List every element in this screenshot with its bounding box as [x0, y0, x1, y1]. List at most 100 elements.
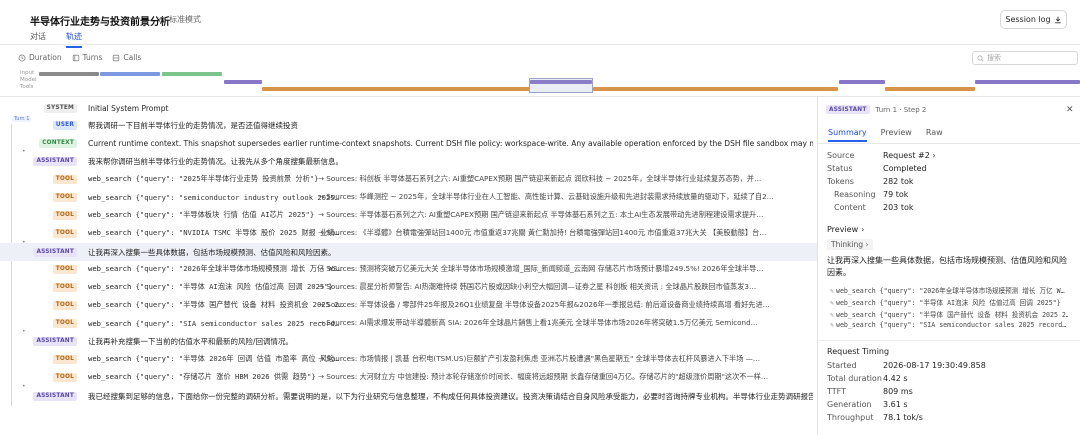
- chevron-right-icon: ›: [932, 151, 936, 160]
- tool-call-row[interactable]: TOOL web_search {"query": "SIA semiconduc…: [0, 314, 817, 332]
- message-text: 让我再深入搜集一些具体数据，包括市场规模预测、估值风险和风险因素。: [88, 247, 336, 257]
- request-timing-heading: Request Timing: [827, 347, 889, 356]
- divider: [0, 44, 1080, 45]
- summary-source: Source Request #2 ›: [827, 151, 936, 160]
- timeline-model-4[interactable]: [975, 80, 1080, 84]
- summary-key: Reasoning: [834, 190, 876, 199]
- timeline-input-context[interactable]: [162, 72, 222, 76]
- assistant-message-row[interactable]: ASSISTANT 让我再补充搜集一下当前的估值水平和最新的风险/回调情况。 •: [0, 328, 817, 350]
- timeline-input-system[interactable]: [39, 72, 99, 76]
- tool-call-row[interactable]: TOOL web_search {"query": "NVIDIA TSMC 半导…: [0, 224, 817, 242]
- tool-call-text: web_search {"query": "半导体 AI泡沫 风险 估值过高 回…: [835, 299, 1061, 307]
- role-badge-wrap: TOOL: [0, 314, 80, 332]
- summary-value: Completed: [883, 164, 927, 173]
- close-icon[interactable]: ✕: [1066, 105, 1074, 115]
- timing-key: Generation: [827, 400, 872, 409]
- step-dot-icon: •: [22, 239, 26, 246]
- role-badge-wrap: USER: [0, 116, 80, 134]
- timeline-tools-3[interactable]: [885, 87, 975, 91]
- timing-value: 4.42 s: [883, 374, 908, 383]
- role-badge-wrap: TOOL: [0, 188, 80, 206]
- tool-result: → Sources: 大河财立方 中信建投: 预计本轮存储涨价时间长、幅度将远超…: [318, 372, 769, 381]
- role-badge-wrap: ASSISTANT: [0, 152, 80, 170]
- search-input[interactable]: 搜索: [972, 51, 1078, 65]
- mode-label: 标准模式: [169, 15, 201, 24]
- role-badge-wrap: TOOL: [0, 170, 80, 188]
- system-message-row[interactable]: SYSTEM Initial System Prompt: [0, 99, 817, 117]
- tool-result: → Sources: 半导体基石系列之六: AI重塑CAPEX预期 国产链迎来新…: [318, 210, 764, 219]
- timing-generation: Generation 3.61 s: [827, 400, 908, 409]
- tool-call-row[interactable]: TOOL web_search {"query": "半导体 国产替代 设备 材料…: [0, 296, 817, 314]
- context-message-row[interactable]: CONTEXT Current runtime context. This sna…: [0, 134, 817, 152]
- tool-args: {"query": "NVIDIA TSMC 半导体 股价 2025 财报 业绩…: [135, 228, 339, 237]
- search-placeholder: 搜索: [987, 54, 1001, 62]
- timing-key: Started: [827, 361, 857, 370]
- role-badge: TOOL: [52, 264, 77, 274]
- summary-value: Request #2: [883, 151, 930, 160]
- tool-name: web_search: [88, 264, 132, 273]
- duration-label: Duration: [29, 53, 62, 62]
- tool-call-row[interactable]: TOOL web_search {"query": "半导体 2026年 回调 估…: [0, 350, 817, 368]
- assistant-message-row[interactable]: ASSISTANT 我来帮你调研当前半导体行业的走势情况。让我先从多个角度搜集最新…: [0, 148, 817, 170]
- tool-call-row[interactable]: TOOL web_search {"query": "2026年全球半导体市场规模…: [0, 260, 817, 278]
- divider: [818, 143, 1080, 144]
- timing-started: Started 2026-08-17 19:30:49.858: [827, 361, 986, 370]
- tool-result: → Sources: 晨星分析师警告: AI热潮难持续 韩国芯片股或因缺小利空大…: [318, 282, 757, 291]
- tab-raw[interactable]: Raw: [926, 128, 943, 142]
- role-badge: TOOL: [52, 372, 77, 382]
- session-log-button[interactable]: Session log: [1000, 10, 1067, 29]
- assistant-message-row[interactable]: ASSISTANT 让我再深入搜集一些具体数据，包括市场规模预测、估值风险和风险因…: [0, 239, 817, 261]
- refresh-icon: [158, 16, 166, 23]
- wrench-icon: ✎: [830, 287, 834, 295]
- tab-trace[interactable]: 轨迹: [66, 31, 82, 48]
- tool-result: → Sources: 科创板 半导体基石系列之六: AI重塑CAPEX预期 国产…: [318, 174, 762, 183]
- duration-toggle[interactable]: Duration: [18, 53, 62, 62]
- tool-call-item[interactable]: ✎ web_search {"query": "半导体 国产替代 设备 材料 投资…: [830, 309, 1068, 319]
- tool-result: → Sources: 市场情报 | 凯基 台积电(TSM.US)巨额扩产引发盈利…: [318, 354, 761, 363]
- role-badge-wrap: ASSISTANT: [0, 332, 80, 350]
- timeline-input-user[interactable]: [100, 72, 160, 76]
- timeline-model-3[interactable]: [839, 80, 885, 84]
- role-badge: ASSISTANT: [33, 247, 77, 257]
- lane-label-input: Input: [20, 70, 35, 76]
- role-badge: TOOL: [52, 210, 77, 220]
- tool-name: web_search: [88, 372, 132, 381]
- assistant-message-row[interactable]: ASSISTANT 我已经搜集到足够的信息，下面给你一份完整的调研分析。需要说明的…: [0, 383, 817, 405]
- timing-key: Throughput: [827, 413, 874, 422]
- role-badge-wrap: ASSISTANT: [0, 243, 80, 261]
- tool-call-item[interactable]: ✎ web_search {"query": "SIA semiconductor…: [830, 321, 1068, 329]
- tool-call-row[interactable]: TOOL web_search {"query": "半导体 AI泡沫 风险 估值…: [0, 278, 817, 296]
- tool-call-row[interactable]: TOOL web_search {"query": "半导体板块 行情 估值 AI…: [0, 206, 817, 224]
- message-text: Current runtime context. This snapshot s…: [88, 138, 813, 148]
- timeline-tools-2[interactable]: [593, 87, 838, 91]
- user-message-row[interactable]: USER 帮我调研一下目前半导体行业的走势情况，是否还值得继续投资: [0, 116, 817, 134]
- tool-call-row[interactable]: TOOL web_search {"query": "semiconductor …: [0, 188, 817, 206]
- thinking-label: Thinking: [831, 240, 864, 249]
- tool-call-row[interactable]: TOOL web_search {"query": "存储芯片 涨价 HBM 20…: [0, 368, 817, 386]
- message-text: 我已经搜集到足够的信息，下面给你一份完整的调研分析。需要说明的是，以下为行业研究…: [88, 391, 813, 401]
- summary-key: Source: [827, 151, 855, 160]
- tab-preview[interactable]: Preview: [881, 128, 912, 142]
- role-badge: USER: [52, 120, 77, 130]
- thinking-toggle[interactable]: Thinking ›: [827, 239, 873, 250]
- source-link[interactable]: Request #2 ›: [883, 151, 936, 160]
- timeline-selection[interactable]: [529, 78, 593, 93]
- tool-args: {"query": "半导体 2026年 回调 估值 市盈率 高位 风险…: [135, 354, 339, 363]
- tab-chat[interactable]: 对话: [30, 31, 46, 48]
- tool-call-item[interactable]: ✎ web_search {"query": "2026年全球半导体市场规模预测 …: [830, 285, 1068, 295]
- turns-icon: [72, 54, 79, 61]
- role-badge-wrap: TOOL: [0, 206, 80, 224]
- calls-label: Calls: [123, 53, 142, 62]
- mode-toggle[interactable]: 标准模式: [158, 14, 201, 25]
- tool-call-row[interactable]: TOOL web_search {"query": "2025年半导体行业走势 投…: [0, 170, 817, 188]
- download-icon: [1054, 16, 1061, 23]
- timeline-model-1[interactable]: [224, 80, 262, 84]
- tool-call-item[interactable]: ✎ web_search {"query": "半导体 AI泡沫 风险 估值过高 …: [830, 297, 1068, 307]
- calls-toggle[interactable]: Calls: [112, 53, 141, 62]
- preview-section-toggle[interactable]: Preview ›: [827, 225, 864, 234]
- timeline-tools-1[interactable]: [262, 87, 530, 91]
- summary-tokens: Tokens 282 tok: [827, 177, 913, 186]
- turns-toggle[interactable]: Turns: [72, 53, 102, 62]
- tool-result: → Sources: 预测将突破万亿美元大关 全球半导体市场规模激增_国际_新闻…: [318, 264, 764, 273]
- tab-summary[interactable]: Summary: [828, 128, 867, 142]
